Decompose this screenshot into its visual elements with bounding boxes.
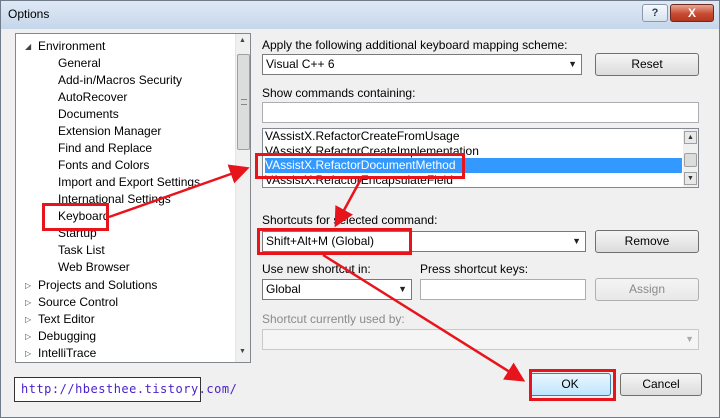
arrow-keyboard-to-command <box>108 164 250 219</box>
options-dialog: Options ? X ◢ Environment General Add-in/Ma… <box>0 0 720 418</box>
annotation-arrows <box>108 164 526 382</box>
arrow-command-to-shortcut <box>334 178 363 228</box>
arrow-shortcut-to-ok <box>322 253 526 382</box>
